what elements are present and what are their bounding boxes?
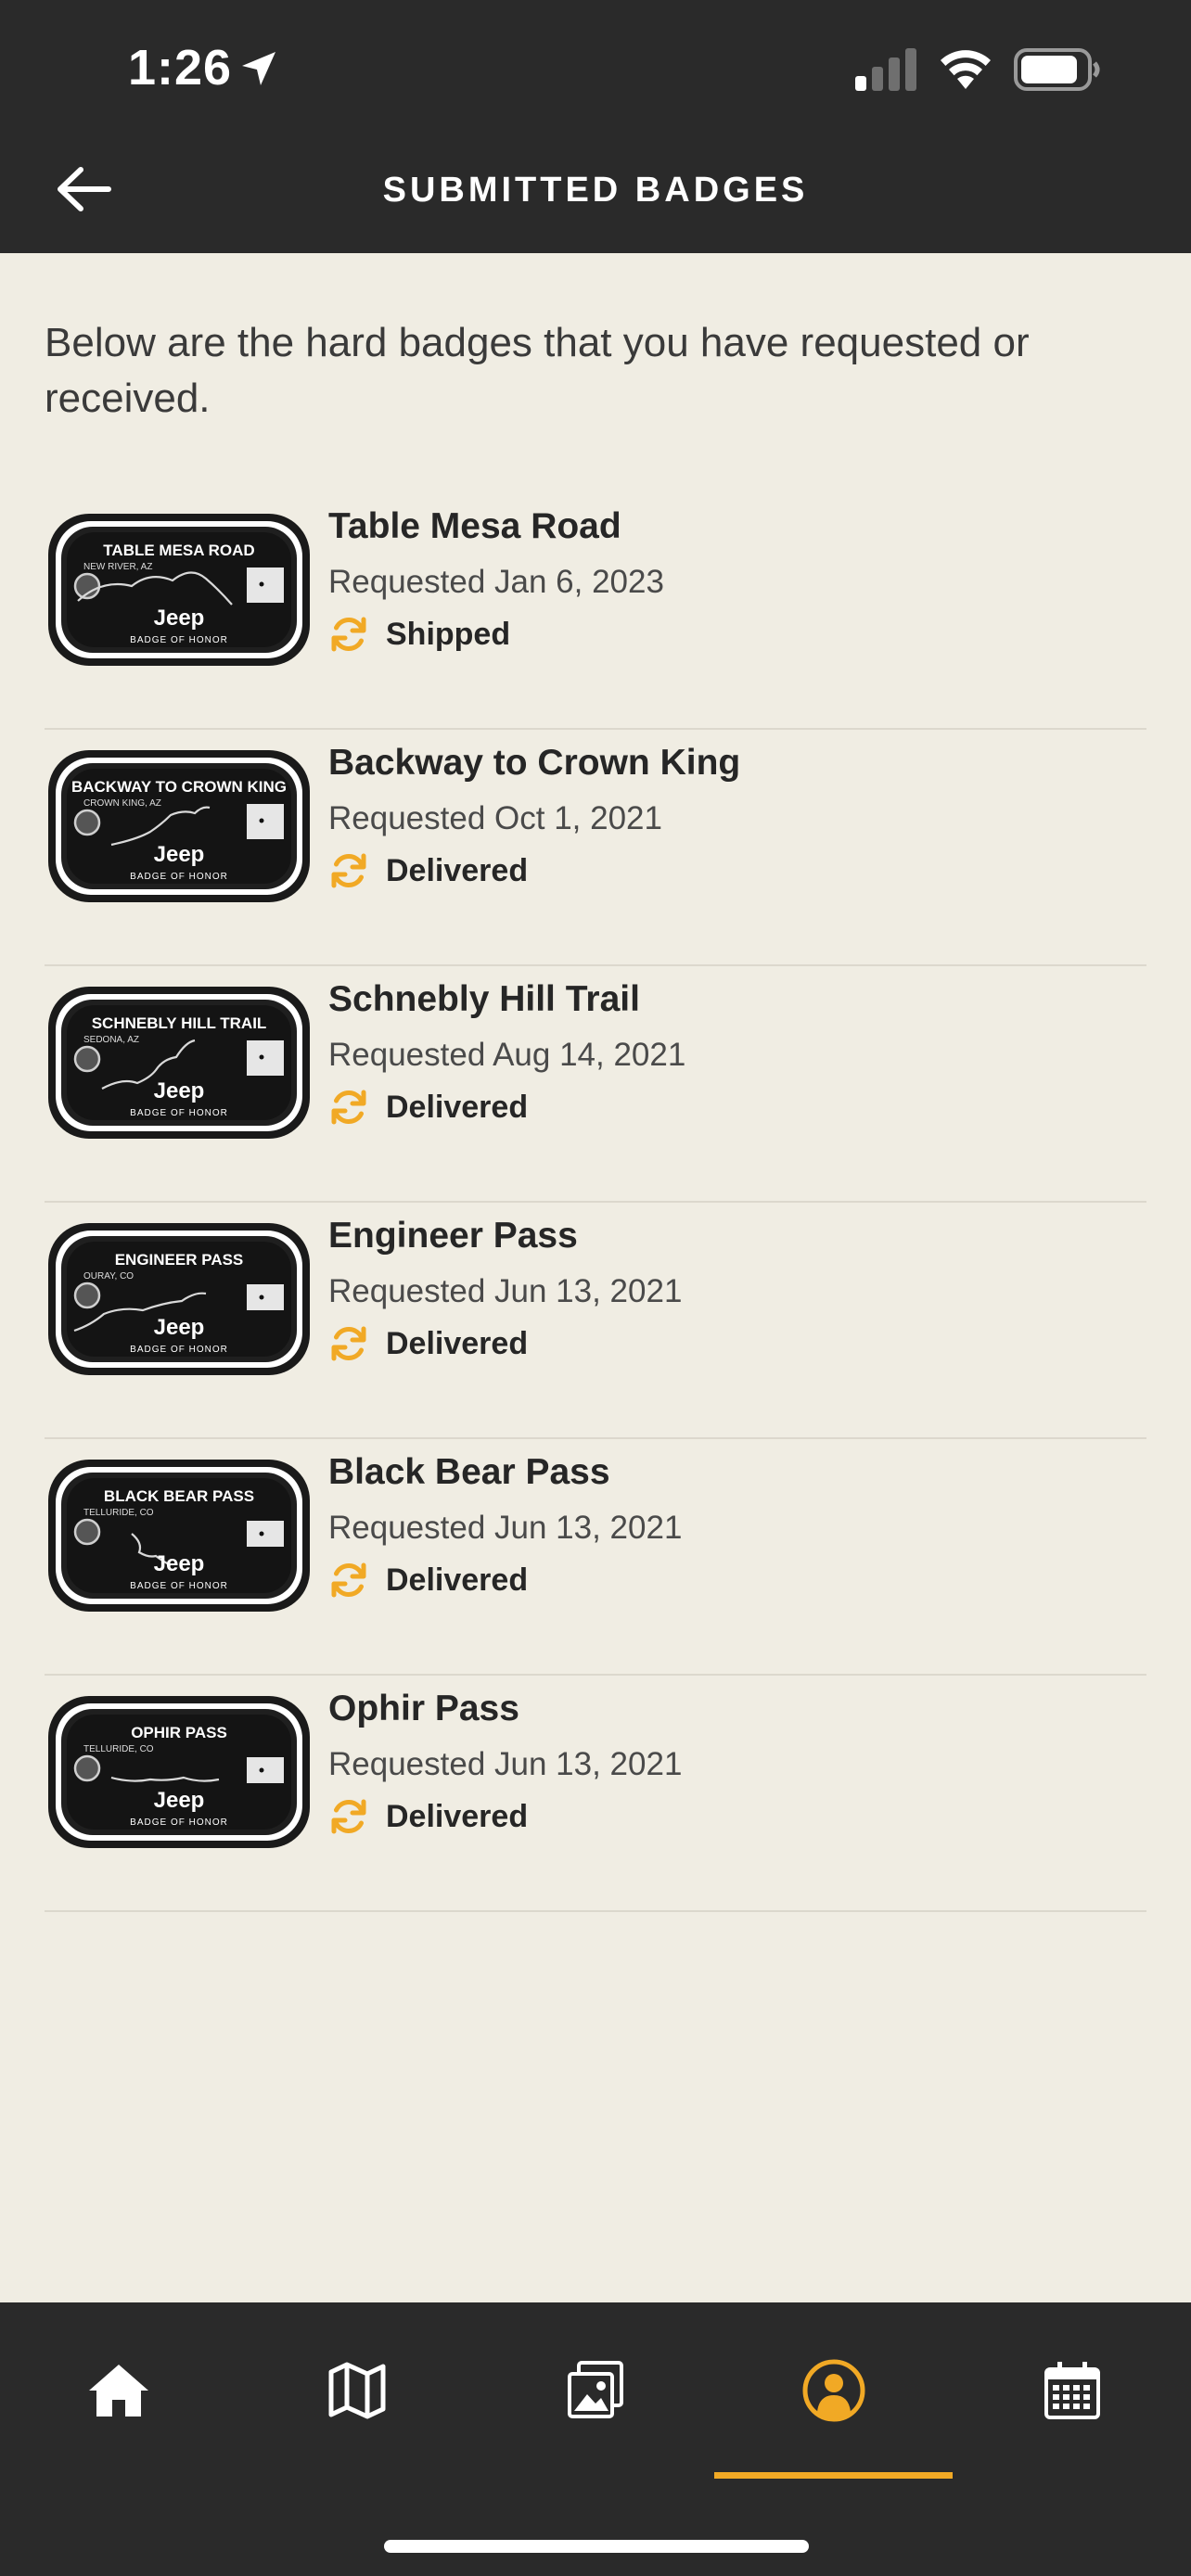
status-time: 1:26 [128, 40, 233, 96]
svg-text:BACKWAY TO CROWN KING: BACKWAY TO CROWN KING [71, 778, 287, 796]
badge-name: Engineer Pass [328, 1216, 578, 1256]
badge-status: Delivered [386, 1325, 529, 1361]
badge-name: Schnebly Hill Trail [328, 979, 640, 1019]
badge-status: Delivered [386, 1798, 529, 1834]
badge-requested-date: Requested Jun 13, 2021 [328, 1746, 683, 1782]
badge-list-item-2[interactable]: BACKWAY TO CROWN KING CROWN KING, AZ Jee… [45, 730, 1146, 966]
badge-requested-date: Requested Jun 13, 2021 [328, 1273, 683, 1309]
gallery-icon [568, 2361, 623, 2418]
svg-text:SCHNEBLY HILL TRAIL: SCHNEBLY HILL TRAIL [92, 1014, 267, 1032]
badge-status: Delivered [386, 1089, 529, 1125]
refresh-icon [331, 1090, 366, 1125]
svg-text:SEDONA, AZ: SEDONA, AZ [83, 1035, 139, 1045]
svg-text:Jeep: Jeep [154, 606, 205, 631]
cellular-signal-icon [855, 48, 916, 91]
svg-text:BADGE OF HONOR: BADGE OF HONOR [130, 1108, 228, 1118]
top-bar: 1:26 SUBMITTED BADGES [0, 0, 1191, 253]
badge-list-item-5[interactable]: BLACK BEAR PASS TELLURIDE, CO Jeep BADGE… [45, 1439, 1146, 1676]
active-tab-indicator [714, 2472, 953, 2479]
badge-list-item-1[interactable]: TABLE MESA ROAD NEW RIVER, AZ Jeep BADGE… [45, 493, 1146, 730]
badge-status-wrap: Delivered [328, 1323, 528, 1364]
badge-status-wrap: Delivered [328, 1796, 528, 1837]
badge-image: SCHNEBLY HILL TRAIL SEDONA, AZ Jeep BADG… [48, 987, 310, 1139]
badge-status-wrap: Delivered [328, 1560, 528, 1600]
svg-text:BADGE OF HONOR: BADGE OF HONOR [130, 1581, 228, 1591]
wifi-icon [941, 50, 991, 89]
badge-requested-date: Requested Oct 1, 2021 [328, 800, 662, 836]
svg-text:BADGE OF HONOR: BADGE OF HONOR [130, 1345, 228, 1355]
badge-image: BLACK BEAR PASS TELLURIDE, CO Jeep BADGE… [48, 1460, 310, 1612]
svg-text:NEW RIVER, AZ: NEW RIVER, AZ [83, 562, 152, 572]
badge-requested-date: Requested Jun 13, 2021 [328, 1510, 683, 1546]
badge-image: TABLE MESA ROAD NEW RIVER, AZ Jeep BADGE… [48, 514, 310, 666]
svg-text:Jeep: Jeep [154, 1078, 205, 1103]
badge-status: Delivered [386, 852, 529, 888]
svg-text:ENGINEER PASS: ENGINEER PASS [115, 1251, 244, 1269]
badge-image: BACKWAY TO CROWN KING CROWN KING, AZ Jee… [48, 750, 310, 902]
badge-name: Table Mesa Road [328, 506, 621, 546]
svg-text:OPHIR PASS: OPHIR PASS [131, 1724, 227, 1741]
svg-text:TABLE MESA ROAD: TABLE MESA ROAD [103, 542, 254, 559]
badge-requested-date: Requested Jan 6, 2023 [328, 564, 664, 600]
badge-list-item-4[interactable]: ENGINEER PASS OURAY, CO Jeep BADGE OF HO… [45, 1203, 1146, 1439]
location-arrow-icon [242, 52, 275, 85]
svg-text:OURAY, CO: OURAY, CO [83, 1271, 134, 1282]
badge-requested-date: Requested Aug 14, 2021 [328, 1037, 686, 1073]
map-icon [328, 2362, 386, 2419]
badge-status-wrap: Shipped [328, 614, 510, 655]
svg-text:Jeep: Jeep [154, 1551, 205, 1576]
badge-name: Ophir Pass [328, 1689, 519, 1728]
calendar-icon [1044, 2362, 1100, 2419]
badge-list-item-6[interactable]: OPHIR PASS TELLURIDE, CO Jeep BADGE OF H… [45, 1676, 1146, 1912]
badge-name: Black Bear Pass [328, 1452, 610, 1492]
refresh-icon [331, 1799, 366, 1834]
badge-image: ENGINEER PASS OURAY, CO Jeep BADGE OF HO… [48, 1223, 310, 1375]
profile-icon [802, 2359, 865, 2422]
badge-image: OPHIR PASS TELLURIDE, CO Jeep BADGE OF H… [48, 1696, 310, 1848]
svg-text:BLACK BEAR PASS: BLACK BEAR PASS [104, 1487, 254, 1505]
badge-name: Backway to Crown King [328, 743, 741, 783]
home-icon [89, 2365, 148, 2417]
nav-profile[interactable] [715, 2302, 953, 2479]
svg-text:Jeep: Jeep [154, 1788, 205, 1813]
refresh-icon [331, 617, 366, 652]
svg-text:BADGE OF HONOR: BADGE OF HONOR [130, 635, 228, 645]
home-indicator [384, 2540, 809, 2553]
svg-text:BADGE OF HONOR: BADGE OF HONOR [130, 1817, 228, 1828]
badge-status: Shipped [386, 616, 511, 652]
nav-calendar[interactable] [954, 2302, 1191, 2479]
svg-text:CROWN KING, AZ: CROWN KING, AZ [83, 798, 161, 809]
svg-text:Jeep: Jeep [154, 1315, 205, 1340]
intro-text: Below are the hard badges that you have … [45, 320, 1030, 421]
nav-gallery[interactable] [477, 2302, 714, 2479]
svg-text:Jeep: Jeep [154, 842, 205, 867]
badge-status: Delivered [386, 1562, 529, 1598]
badge-status-wrap: Delivered [328, 1087, 528, 1128]
badge-status-wrap: Delivered [328, 850, 528, 891]
refresh-icon [331, 853, 366, 888]
svg-text:BADGE OF HONOR: BADGE OF HONOR [130, 872, 228, 882]
nav-map[interactable] [238, 2302, 476, 2479]
svg-text:TELLURIDE, CO: TELLURIDE, CO [83, 1744, 154, 1754]
svg-text:TELLURIDE, CO: TELLURIDE, CO [83, 1508, 154, 1518]
battery-icon [1014, 48, 1100, 91]
badge-list-item-3[interactable]: SCHNEBLY HILL TRAIL SEDONA, AZ Jeep BADG… [45, 966, 1146, 1203]
nav-home[interactable] [0, 2302, 237, 2479]
badge-list: TABLE MESA ROAD NEW RIVER, AZ Jeep BADGE… [45, 493, 1146, 1912]
refresh-icon [331, 1562, 366, 1598]
refresh-icon [331, 1326, 366, 1361]
page-title: SUBMITTED BADGES [382, 171, 809, 210]
bottom-nav [0, 2302, 1191, 2576]
